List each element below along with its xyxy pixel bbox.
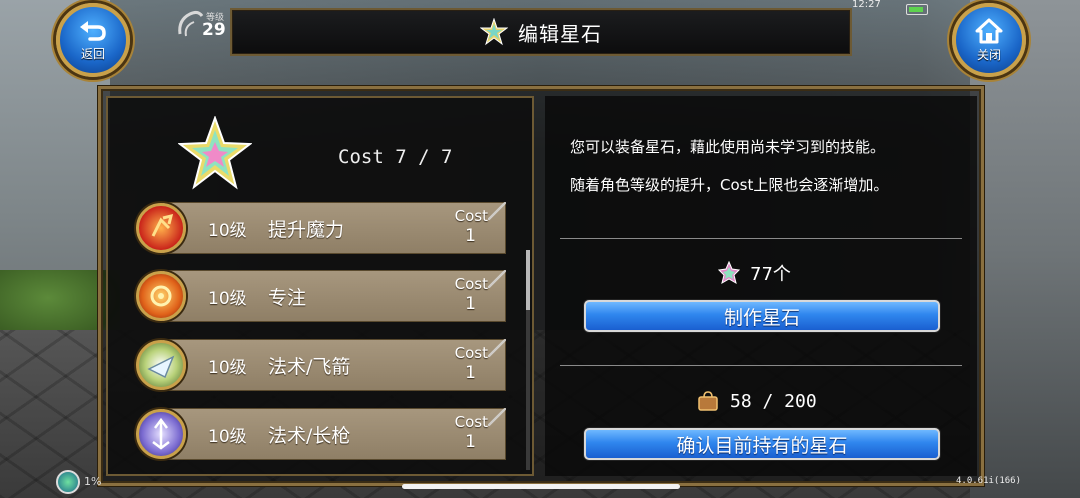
corner-decoration-icon [488,339,506,357]
level-value: 29 [202,20,226,40]
skill-name: 专注 [268,287,307,309]
magic-up-icon [136,203,186,253]
star-stone-icon [718,261,740,285]
title-bar: 编辑星石 [230,8,852,56]
back-button[interactable]: 返回 [56,3,130,77]
clock-time: 12:27 [852,0,881,10]
skill-cost-value: 1 [465,294,476,314]
status-orb-icon[interactable] [56,470,80,494]
cost-total: Cost 7 / 7 [338,146,453,168]
scrollbar-thumb[interactable] [526,250,530,310]
status-percent: 1% [84,475,102,488]
skill-level: 10级 [208,289,247,309]
skill-row[interactable]: 10级 提升魔力 Cost 1 [136,202,506,254]
close-button[interactable]: 关闭 [952,3,1026,77]
skill-cost-label: Cost [454,344,488,362]
player-level-display: 等级 29 [176,4,234,42]
make-star-stone-label: 制作星石 [723,306,800,329]
bag-count: 58 / 200 [730,390,817,412]
list-scrollbar[interactable] [526,250,530,470]
skill-row[interactable]: 10级 法术/长枪 Cost 1 [136,408,506,460]
magic-lance-icon [136,409,186,459]
stone-count-display: 77个 [718,260,791,286]
skill-cost-label: Cost [454,413,488,431]
skill-cost-value: 1 [465,432,476,452]
magic-arrow-icon [136,340,186,390]
make-star-stone-button[interactable]: 制作星石 [584,300,940,332]
battery-icon [906,4,928,15]
home-icon [975,18,1003,43]
home-indicator[interactable] [402,484,680,489]
corner-decoration-icon [488,270,506,288]
skill-cost-label: Cost [454,207,488,225]
version-text: 4.0.61i(166) [956,476,1022,486]
corner-decoration-icon [488,408,506,426]
focus-icon [136,271,186,321]
skill-cost-value: 1 [465,363,476,383]
skill-row[interactable]: 10级 专注 Cost 1 [136,270,506,322]
back-arrow-icon [80,20,106,41]
skill-name: 法术/长枪 [268,425,351,447]
confirm-stones-button[interactable]: 确认目前持有的星石 [584,428,940,460]
skill-cost-label: Cost [454,275,488,293]
page-title: 编辑星石 [518,21,602,46]
bag-icon [698,391,718,411]
skill-level: 10级 [208,358,247,378]
divider [560,238,962,239]
confirm-stones-label: 确认目前持有的星石 [676,434,848,457]
back-button-label: 返回 [80,46,105,61]
skill-name: 提升魔力 [268,219,345,241]
description-line-2: 随着角色等级的提升，Cost上限也会逐渐增加。 [570,176,889,194]
description-line-1: 您可以装备星石，藉此使用尚未学习到的技能。 [570,138,886,156]
stone-count: 77个 [750,264,791,285]
skill-level: 10级 [208,427,247,447]
corner-decoration-icon [488,202,506,220]
divider [560,365,962,366]
bag-count-display: 58 / 200 [696,390,817,412]
star-stone-large-icon [178,116,252,190]
close-button-label: 关闭 [976,47,1001,62]
skill-level: 10级 [208,221,247,241]
star-stone-icon [480,18,508,46]
skill-name: 法术/飞箭 [268,356,351,378]
skill-row[interactable]: 10级 法术/飞箭 Cost 1 [136,339,506,391]
skill-cost-value: 1 [465,226,476,246]
